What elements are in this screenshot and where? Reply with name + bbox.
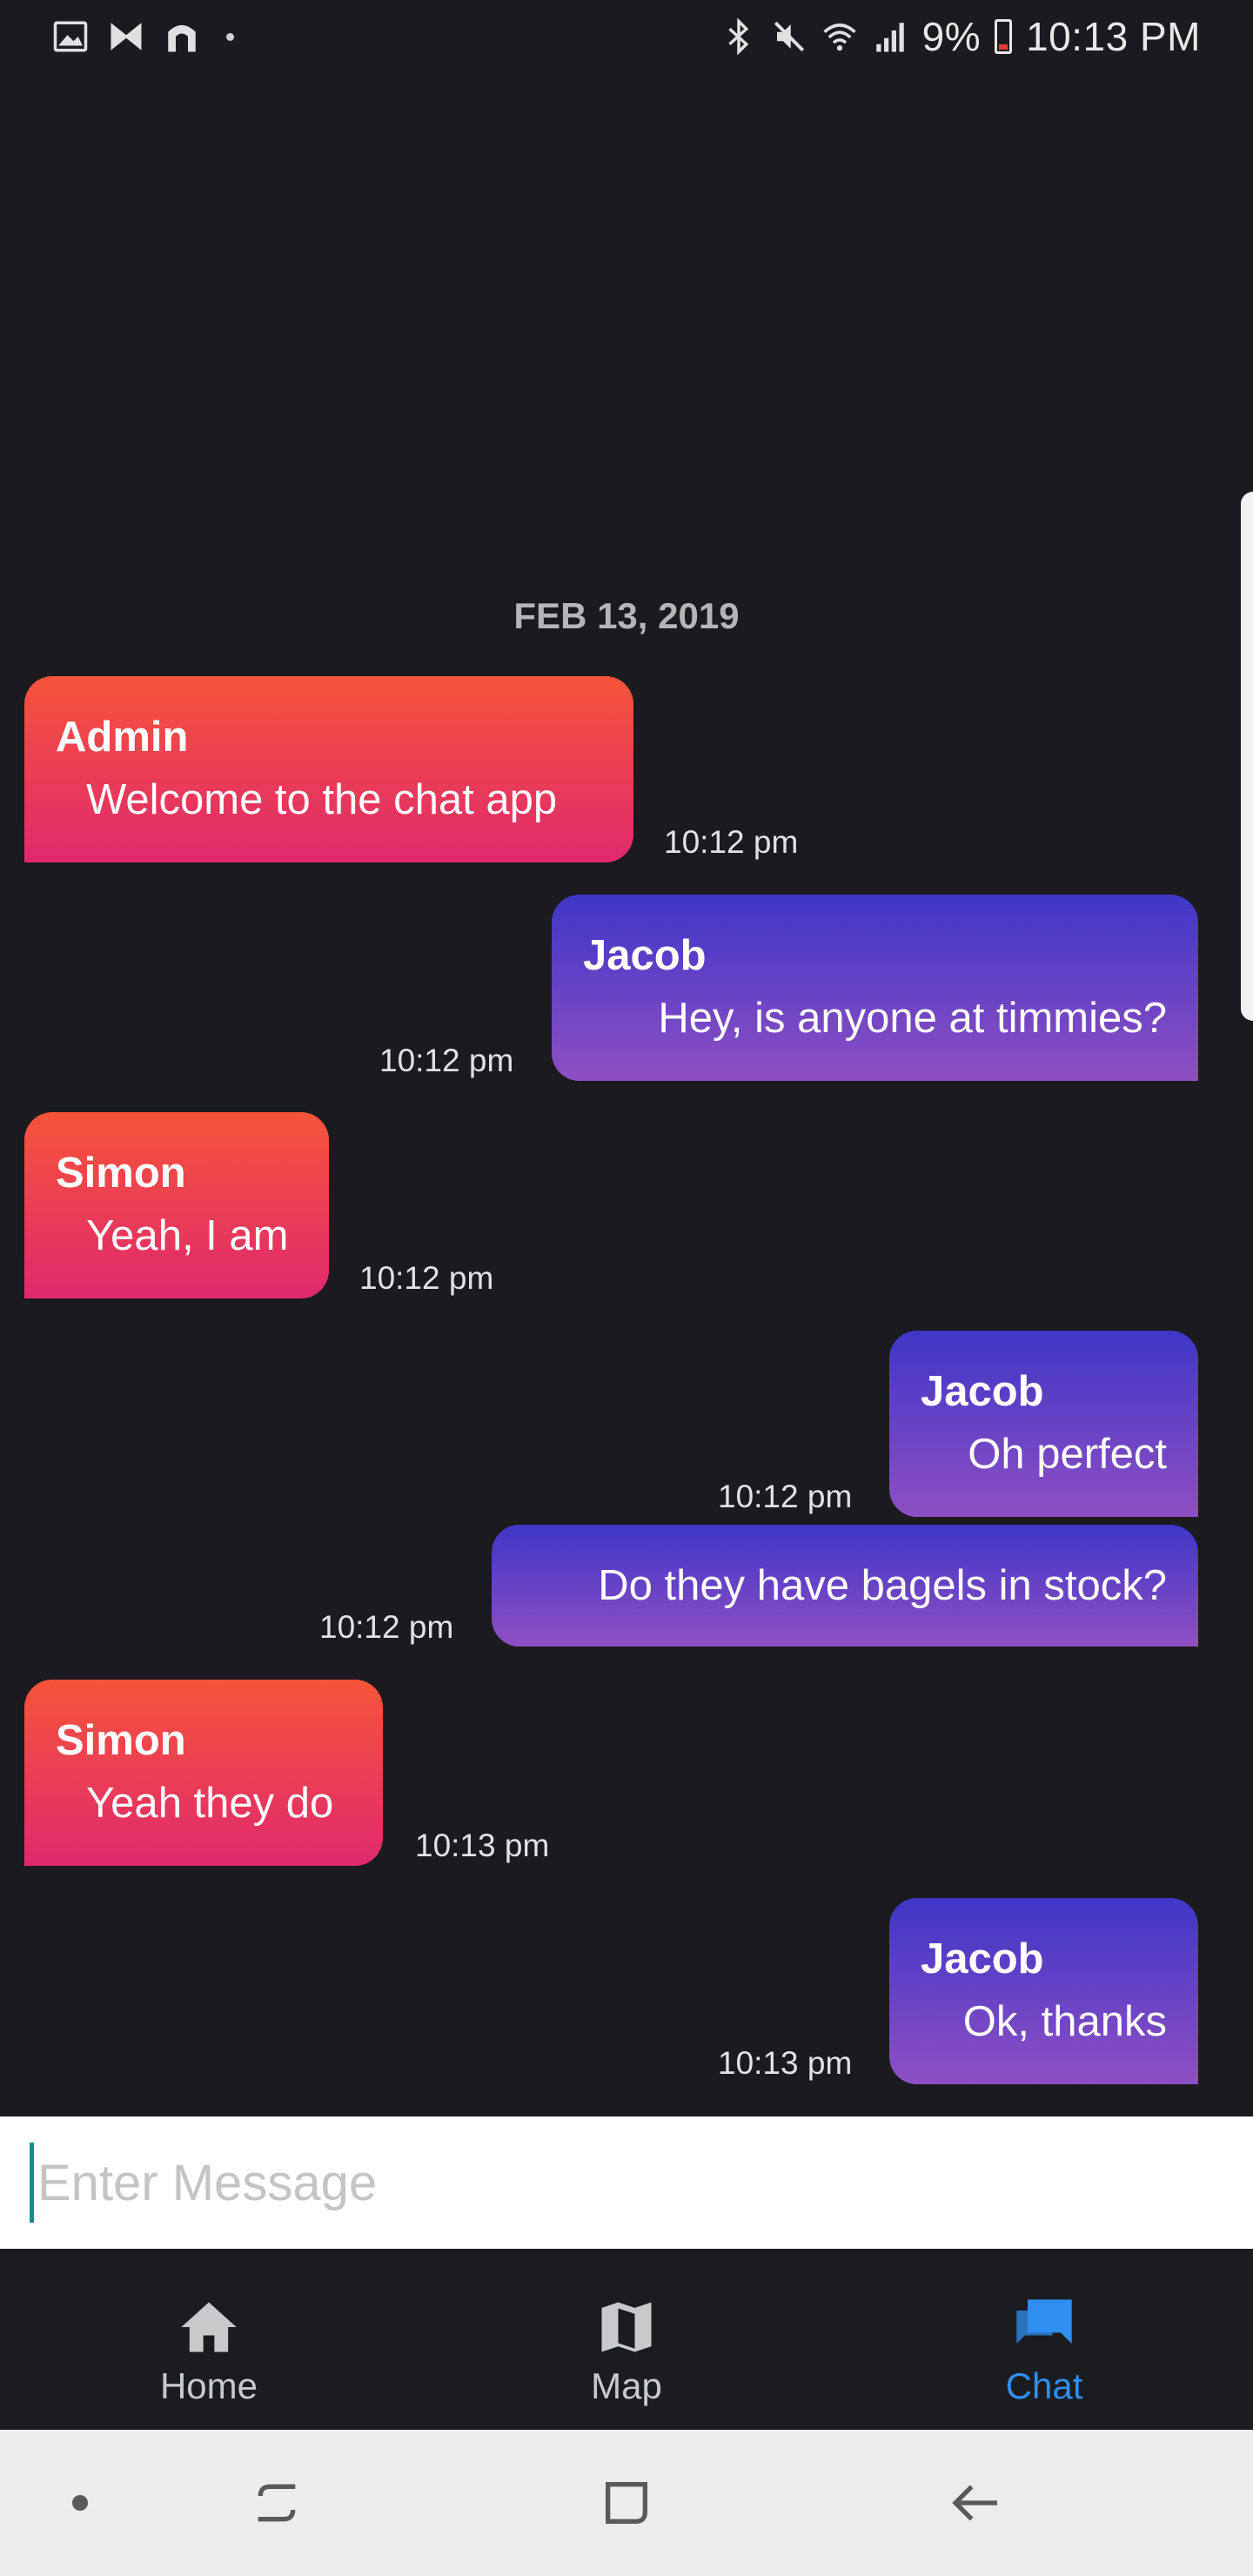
message-sender: Jacob	[583, 932, 707, 979]
message-sender: Simon	[56, 1717, 186, 1764]
message-text: Ok, thanks	[962, 1998, 1167, 2045]
gallery-icon	[53, 21, 88, 52]
clock: 10:13 PM	[1026, 14, 1201, 59]
message-sender: Simon	[56, 1150, 186, 1197]
message-text: Do they have bagels in stock?	[598, 1562, 1167, 1609]
message-composer	[0, 2116, 1253, 2249]
nav-label: Map	[591, 2365, 662, 2406]
message-bubble-incoming[interactable]: Simon Yeah, I am	[24, 1112, 329, 1298]
message-time: 10:12 pm	[718, 1479, 853, 1514]
message-time: 10:13 pm	[415, 1828, 550, 1863]
message-text: Yeah they do	[86, 1780, 334, 1827]
battery-percent: 9%	[921, 14, 982, 59]
message-bubble-incoming[interactable]: Admin Welcome to the chat app	[24, 676, 633, 862]
message-sender: Admin	[56, 714, 189, 761]
nav-item-map[interactable]: Map	[418, 2249, 835, 2430]
message-time: 10:12 pm	[319, 1609, 454, 1645]
status-right-icons: 9% 10:13 PM	[720, 13, 1201, 60]
notification-dot	[226, 32, 234, 41]
message-sender: Jacob	[921, 1935, 1044, 1982]
message-bubble-outgoing[interactable]: Jacob Hey, is anyone at timmies?	[552, 895, 1198, 1081]
tunnel-app-icon	[168, 24, 196, 52]
status-left-icons	[52, 18, 234, 55]
system-nav-bar	[0, 2430, 1253, 2576]
message-time: 10:12 pm	[359, 1260, 494, 1296]
message-bubble-outgoing[interactable]: Do they have bagels in stock?	[492, 1525, 1198, 1647]
message-bubble-incoming[interactable]: Simon Yeah they do	[24, 1680, 383, 1866]
message-text: Yeah, I am	[86, 1212, 289, 1259]
message-text: Hey, is anyone at timmies?	[658, 995, 1167, 1042]
nav-item-chat[interactable]: Chat	[835, 2249, 1253, 2430]
message-time: 10:13 pm	[718, 2045, 853, 2081]
bottom-nav: Home Map Chat	[0, 2249, 1253, 2430]
back-button[interactable]	[948, 2475, 1004, 2531]
bowtie-app-icon	[111, 23, 142, 50]
wifi-icon	[822, 23, 856, 51]
recent-apps-button[interactable]	[249, 2475, 305, 2531]
status-bar: 9% 10:13 PM	[0, 0, 1253, 73]
chat-icon	[1016, 2299, 1072, 2344]
home-button[interactable]	[599, 2475, 654, 2531]
message-bubble-outgoing[interactable]: Jacob Oh perfect	[889, 1331, 1198, 1517]
message-text: Welcome to the chat app	[86, 776, 558, 823]
home-icon	[181, 2302, 237, 2352]
battery-icon	[995, 19, 1013, 54]
signal-icon	[875, 23, 904, 52]
message-sender: Jacob	[921, 1368, 1044, 1415]
nav-label: Home	[159, 2365, 258, 2406]
message-bubble-outgoing[interactable]: Jacob Ok, thanks	[889, 1898, 1198, 2084]
message-time: 10:12 pm	[379, 1043, 514, 1078]
dot-button[interactable]	[72, 2495, 88, 2511]
message-text: Oh perfect	[968, 1431, 1167, 1478]
message-time: 10:12 pm	[664, 824, 799, 860]
map-icon	[601, 2302, 652, 2352]
date-separator: FEB 13, 2019	[513, 595, 740, 636]
message-input[interactable]	[30, 2143, 1230, 2223]
nav-label: Chat	[1005, 2365, 1083, 2406]
mute-icon	[774, 21, 804, 52]
nav-item-home[interactable]: Home	[0, 2249, 418, 2430]
bluetooth-icon	[727, 18, 748, 55]
edge-panel-handle[interactable]	[1241, 492, 1253, 1021]
